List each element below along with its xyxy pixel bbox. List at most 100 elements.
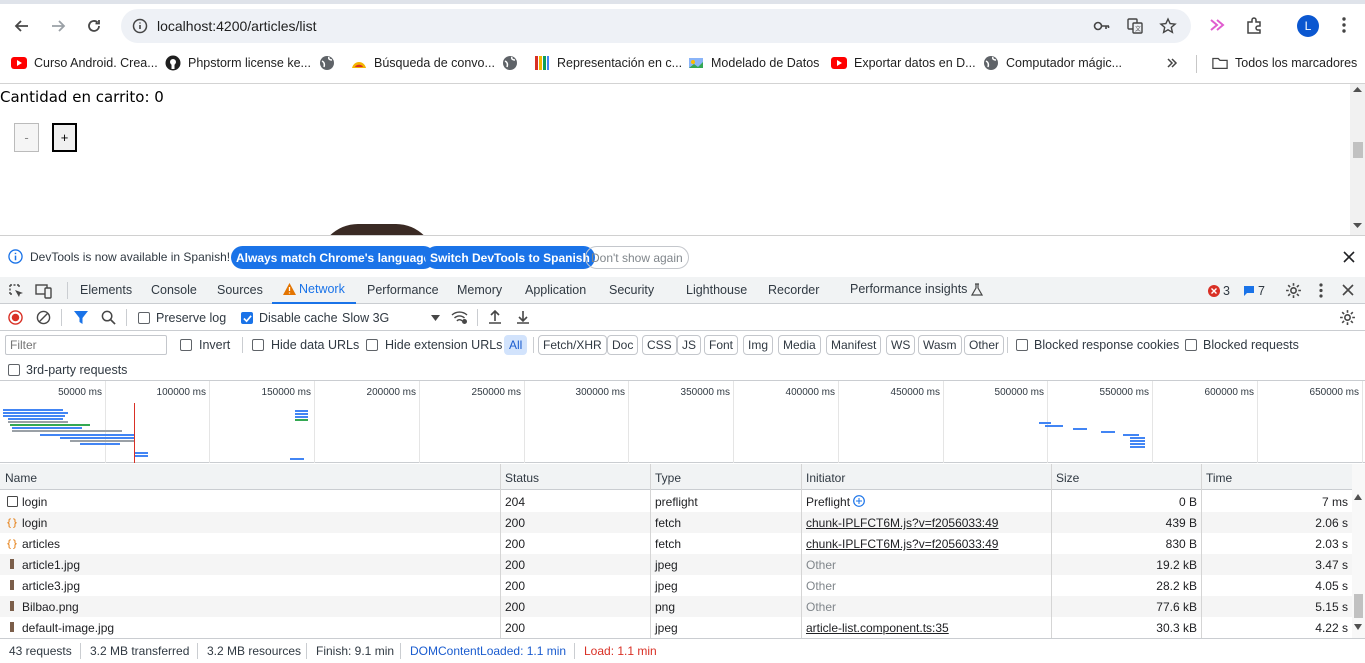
devtools-menu-icon[interactable]: [1319, 283, 1323, 298]
address-bar[interactable]: localhost:4200/articles/list 文: [121, 9, 1191, 43]
filter-funnel-icon[interactable]: [74, 310, 88, 325]
tab-application[interactable]: Application: [525, 283, 586, 297]
site-info-icon[interactable]: [131, 17, 149, 35]
bookmark-curso-android[interactable]: Curso Android. Crea...: [11, 52, 158, 74]
filter-type-media[interactable]: Media: [778, 335, 821, 355]
page-scrollbar[interactable]: [1350, 84, 1365, 235]
filter-type-fetch-xhr[interactable]: Fetch/XHR: [538, 335, 607, 355]
profile-avatar[interactable]: L: [1297, 15, 1319, 37]
filter-type-doc[interactable]: Doc: [607, 335, 639, 355]
tab-security[interactable]: Security: [609, 283, 654, 297]
tab-network[interactable]: Network: [283, 282, 345, 296]
import-har-icon[interactable]: [488, 309, 502, 325]
page-scrollbar-thumb[interactable]: [1353, 142, 1363, 158]
filter-type-wasm[interactable]: Wasm: [918, 335, 962, 355]
switch-to-spanish-button[interactable]: Switch DevTools to Spanish: [425, 246, 595, 269]
star-icon[interactable]: [1159, 17, 1177, 35]
increase-quantity-button[interactable]: +: [52, 123, 77, 152]
cell-initiator[interactable]: chunk-IPLFCT6M.js?v=f2056033:49: [806, 516, 998, 530]
filter-type-img[interactable]: Img: [743, 335, 774, 355]
hide-extension-urls-checkbox[interactable]: Hide extension URLs: [366, 338, 502, 352]
always-match-language-button[interactable]: Always match Chrome's language: [231, 246, 436, 269]
translate-icon[interactable]: 文: [1126, 17, 1144, 35]
filter-type-js[interactable]: JS: [677, 335, 702, 355]
third-party-checkbox[interactable]: 3rd-party requests: [8, 363, 127, 377]
close-devtools-icon[interactable]: [1342, 284, 1354, 296]
forward-button[interactable]: [46, 14, 70, 38]
filter-type-ws[interactable]: WS: [886, 335, 916, 355]
throttling-select[interactable]: Slow 3G: [342, 311, 441, 325]
settings-gear-icon[interactable]: [1285, 282, 1302, 299]
col-status[interactable]: Status: [505, 471, 539, 485]
filter-input[interactable]: [5, 335, 167, 355]
message-count-badge[interactable]: 7: [1243, 284, 1265, 298]
bookmark-phpstorm[interactable]: Phpstorm license ke...: [165, 52, 311, 74]
tab-sources[interactable]: Sources: [217, 283, 263, 297]
blocked-requests-check[interactable]: [1185, 339, 1197, 351]
decrease-quantity-button[interactable]: -: [14, 123, 39, 152]
preserve-log-check[interactable]: [138, 312, 150, 324]
disable-cache-check[interactable]: [241, 312, 253, 324]
all-bookmarks-folder[interactable]: Todos los marcadores: [1212, 52, 1357, 74]
tab-console[interactable]: Console: [151, 283, 197, 297]
table-row[interactable]: login 204 preflight Preflight 0 B 7 ms: [0, 491, 1352, 512]
filter-type-manifest[interactable]: Manifest: [826, 335, 882, 355]
clear-icon[interactable]: [36, 310, 51, 325]
col-size[interactable]: Size: [1056, 471, 1079, 485]
tab-lighthouse[interactable]: Lighthouse: [686, 283, 747, 297]
network-overview-timeline[interactable]: 50000 ms 100000 ms 150000 ms 200000 ms 25000…: [0, 381, 1365, 463]
browser-menu-icon[interactable]: [1333, 14, 1355, 36]
third-party-check[interactable]: [8, 364, 20, 376]
export-har-icon[interactable]: [516, 309, 530, 325]
hide-extension-urls-check[interactable]: [366, 339, 378, 351]
preserve-log-checkbox[interactable]: Preserve log: [138, 311, 226, 325]
network-conditions-icon[interactable]: [451, 310, 468, 325]
filter-type-css[interactable]: CSS: [642, 335, 677, 355]
key-icon[interactable]: [1093, 17, 1111, 35]
tab-memory[interactable]: Memory: [457, 283, 502, 297]
filter-type-other[interactable]: Other: [964, 335, 1005, 355]
tab-recorder[interactable]: Recorder: [768, 283, 819, 297]
invert-check[interactable]: [180, 339, 192, 351]
cell-initiator[interactable]: article-list.component.ts:35: [806, 621, 949, 635]
disable-cache-checkbox[interactable]: Disable cache: [241, 311, 338, 325]
table-row[interactable]: default-image.jpg 200 jpeg article-list.com…: [0, 617, 1352, 638]
blocked-cookies-checkbox[interactable]: Blocked response cookies: [1016, 338, 1179, 352]
blocked-cookies-check[interactable]: [1016, 339, 1028, 351]
table-row[interactable]: {} login 200 fetch chunk-IPLFCT6M.js?v=f2056…: [0, 512, 1352, 533]
bookmark-globe-2[interactable]: [502, 52, 525, 74]
error-count-badge[interactable]: 3: [1208, 284, 1230, 298]
table-scrollbar[interactable]: [1352, 464, 1365, 638]
record-stop-icon[interactable]: [8, 310, 23, 325]
bookmark-exportar[interactable]: Exportar datos en D...: [831, 52, 976, 74]
extensions-puzzle-icon[interactable]: [1243, 14, 1265, 36]
cell-initiator[interactable]: chunk-IPLFCT6M.js?v=f2056033:49: [806, 537, 998, 551]
device-toolbar-icon[interactable]: [35, 283, 53, 299]
tab-performance-insights[interactable]: Performance insights: [850, 282, 984, 296]
network-settings-gear-icon[interactable]: [1339, 309, 1356, 326]
blocked-requests-checkbox[interactable]: Blocked requests: [1185, 338, 1299, 352]
search-icon[interactable]: [101, 310, 116, 325]
inspect-element-icon[interactable]: [8, 283, 24, 299]
tab-elements[interactable]: Elements: [80, 283, 132, 297]
hide-data-urls-check[interactable]: [252, 339, 264, 351]
preflight-link-icon[interactable]: [853, 495, 865, 510]
bookmark-computador[interactable]: Computador mágic...: [983, 52, 1122, 74]
col-name[interactable]: Name: [5, 471, 37, 485]
invert-checkbox[interactable]: Invert: [180, 338, 230, 352]
filter-type-all[interactable]: All: [504, 335, 528, 355]
bookmarks-overflow-chevron-icon[interactable]: [1166, 52, 1178, 74]
table-row[interactable]: article3.jpg 200 jpeg Other 28.2 kB 4.05 s: [0, 575, 1352, 596]
table-scrollbar-thumb[interactable]: [1354, 594, 1363, 618]
url-text[interactable]: localhost:4200/articles/list: [157, 18, 317, 34]
table-row[interactable]: article1.jpg 200 jpeg Other 19.2 kB 3.47 s: [0, 554, 1352, 575]
bookmark-globe-1[interactable]: [319, 52, 342, 74]
hide-data-urls-checkbox[interactable]: Hide data URLs: [252, 338, 359, 352]
bookmark-modelado[interactable]: Modelado de Datos: [688, 52, 819, 74]
tab-performance[interactable]: Performance: [367, 283, 439, 297]
back-button[interactable]: [10, 14, 34, 38]
close-icon[interactable]: [1343, 251, 1355, 263]
table-row[interactable]: {} articles 200 fetch chunk-IPLFCT6M.js?v=f2…: [0, 533, 1352, 554]
reload-button[interactable]: [82, 14, 106, 38]
col-initiator[interactable]: Initiator: [806, 471, 845, 485]
